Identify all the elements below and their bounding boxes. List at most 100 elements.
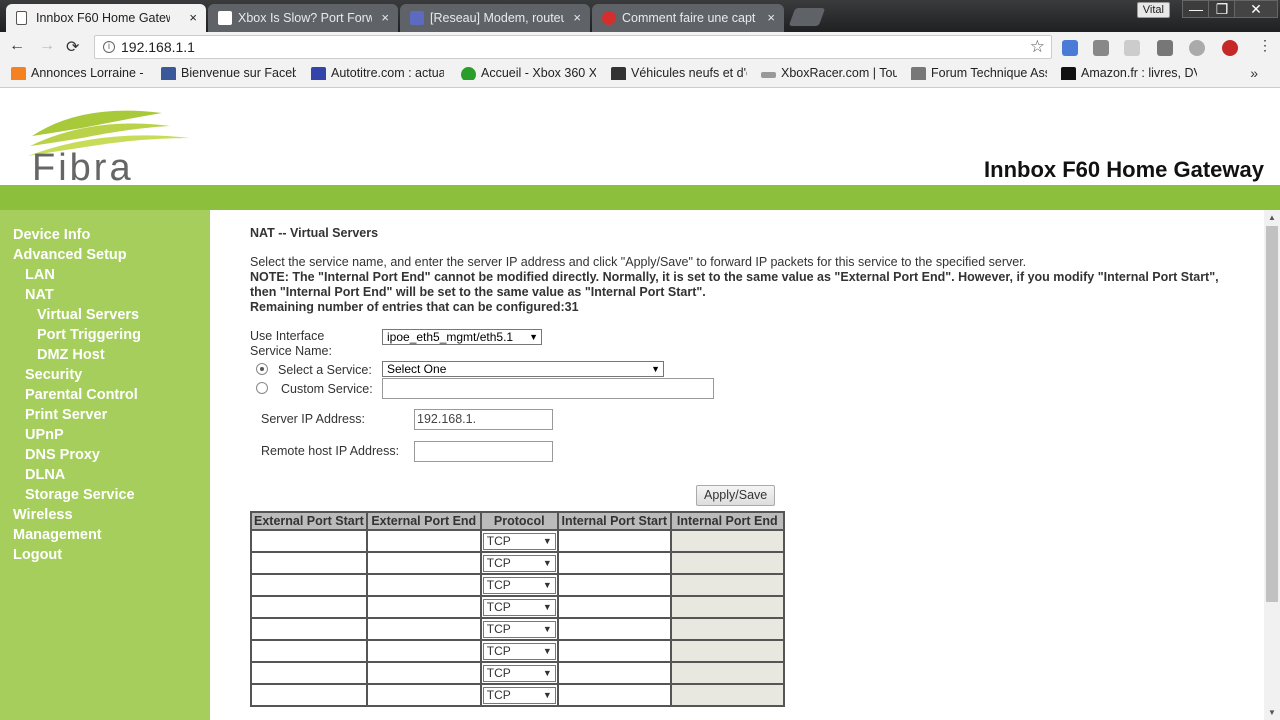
translate-extension-icon[interactable] bbox=[1062, 40, 1078, 56]
custom-service-radio[interactable] bbox=[256, 382, 268, 394]
external-port-start-input[interactable] bbox=[250, 551, 368, 575]
server-ip-input[interactable]: 192.168.1. bbox=[414, 409, 553, 430]
ublock-extension-icon[interactable] bbox=[1222, 40, 1238, 56]
tab-xbox-slow[interactable]: Xbox Is Slow? Port Forwa × bbox=[208, 4, 398, 32]
external-port-end-input[interactable] bbox=[365, 529, 482, 553]
minimize-button[interactable]: — bbox=[1182, 0, 1210, 18]
sidebar-item-dlna[interactable]: DLNA bbox=[0, 465, 210, 485]
bookmark-item[interactable]: Amazon.fr : livres, DVI bbox=[1061, 66, 1197, 80]
protocol-select[interactable]: TCP ▼ bbox=[482, 621, 556, 638]
external-port-end-input[interactable] bbox=[365, 617, 482, 641]
more-bookmarks-button[interactable]: » bbox=[1250, 65, 1258, 81]
close-tab-icon[interactable]: × bbox=[381, 10, 389, 25]
apply-save-button[interactable]: Apply/Save bbox=[696, 485, 776, 506]
back-arrow-icon[interactable]: ← bbox=[9, 37, 25, 55]
maximize-button[interactable]: ❐ bbox=[1208, 0, 1236, 18]
protocol-select[interactable]: TCP ▼ bbox=[482, 599, 556, 616]
scroll-down-arrow-icon[interactable]: ▼ bbox=[1268, 708, 1276, 717]
remote-host-input[interactable] bbox=[414, 441, 553, 462]
main-content: NAT -- Virtual Servers Select the servic… bbox=[210, 210, 1264, 720]
user-profile-button[interactable]: Vital bbox=[1136, 2, 1170, 18]
internal-port-start-input[interactable] bbox=[556, 551, 672, 575]
select-service-radio[interactable] bbox=[256, 363, 268, 375]
external-port-start-input[interactable] bbox=[250, 661, 368, 685]
internal-port-start-input[interactable] bbox=[556, 617, 672, 641]
tab-innbox[interactable]: Innbox F60 Home Gatew × bbox=[6, 4, 206, 32]
internal-port-start-input[interactable] bbox=[556, 683, 672, 707]
scroll-up-arrow-icon[interactable]: ▲ bbox=[1268, 213, 1276, 222]
chrome-menu-icon[interactable]: ⋮ bbox=[1258, 37, 1272, 54]
external-port-end-input[interactable] bbox=[365, 661, 482, 685]
url-bar[interactable]: i 192.168.1.1 ☆ bbox=[94, 35, 1052, 59]
page-description: Select the service name, and enter the s… bbox=[250, 255, 1220, 315]
sidebar-item-wireless[interactable]: Wireless bbox=[0, 505, 210, 525]
close-tab-icon[interactable]: × bbox=[573, 10, 581, 25]
sidebar-item-storage-service[interactable]: Storage Service bbox=[0, 485, 210, 505]
sidebar-item-lan[interactable]: LAN bbox=[0, 265, 210, 285]
custom-service-input[interactable] bbox=[382, 378, 714, 399]
protocol-select[interactable]: TCP ▼ bbox=[482, 643, 556, 660]
protocol-select[interactable]: TCP ▼ bbox=[482, 687, 556, 704]
sidebar-item-virtual-servers[interactable]: Virtual Servers bbox=[0, 305, 210, 325]
bookmark-item[interactable]: Accueil - Xbox 360 Xb bbox=[461, 66, 596, 80]
tab-reseau[interactable]: [Reseau] Modem, routeu × bbox=[400, 4, 590, 32]
info-icon[interactable]: i bbox=[103, 41, 115, 53]
use-interface-select[interactable]: ipoe_eth5_mgmt/eth5.1 ▼ bbox=[382, 329, 542, 345]
sidebar-item-parental-control[interactable]: Parental Control bbox=[0, 385, 210, 405]
bookmark-item[interactable]: Bienvenue sur Facebo bbox=[161, 66, 296, 80]
sidebar-item-device-info[interactable]: Device Info bbox=[0, 225, 210, 245]
external-port-start-input[interactable] bbox=[250, 573, 368, 597]
forward-arrow-icon[interactable]: → bbox=[39, 37, 55, 55]
protocol-select[interactable]: TCP ▼ bbox=[482, 555, 556, 572]
close-tab-icon[interactable]: × bbox=[767, 10, 775, 25]
external-port-start-input[interactable] bbox=[250, 595, 368, 619]
bookmark-item[interactable]: Annonces Lorraine - L bbox=[11, 66, 146, 80]
tab-comment-capture[interactable]: Comment faire une captu × bbox=[592, 4, 784, 32]
external-port-start-input[interactable] bbox=[250, 683, 368, 707]
external-port-end-input[interactable] bbox=[365, 551, 482, 575]
bookmark-item[interactable]: Autotitre.com : actual bbox=[311, 66, 444, 80]
external-port-end-input[interactable] bbox=[365, 573, 482, 597]
external-port-end-input[interactable] bbox=[365, 595, 482, 619]
sidebar-item-print-server[interactable]: Print Server bbox=[0, 405, 210, 425]
internal-port-start-input[interactable] bbox=[556, 639, 672, 663]
sidebar-item-nat[interactable]: NAT bbox=[0, 285, 210, 305]
close-tab-icon[interactable]: × bbox=[189, 10, 197, 25]
protocol-select[interactable]: TCP ▼ bbox=[482, 577, 556, 594]
sidebar-item-upnp[interactable]: UPnP bbox=[0, 425, 210, 445]
sidebar-item-security[interactable]: Security bbox=[0, 365, 210, 385]
internal-port-start-input[interactable] bbox=[556, 661, 672, 685]
stylus-extension-icon[interactable] bbox=[1157, 40, 1173, 56]
reload-icon[interactable]: ⟳ bbox=[66, 37, 79, 57]
external-port-start-input[interactable] bbox=[250, 617, 368, 641]
close-window-button[interactable]: ✕ bbox=[1234, 0, 1278, 18]
scrollbar-thumb[interactable] bbox=[1266, 226, 1278, 602]
select-service-dropdown[interactable]: Select One ▼ bbox=[382, 361, 664, 377]
fonts-extension-icon[interactable] bbox=[1124, 40, 1140, 56]
globe-extension-icon[interactable] bbox=[1189, 40, 1205, 56]
bookmark-label: Bienvenue sur Facebo bbox=[181, 66, 296, 80]
external-port-start-input[interactable] bbox=[250, 639, 368, 663]
column-header: Internal Port Start bbox=[556, 511, 672, 531]
vertical-scrollbar[interactable]: ▲ ▼ bbox=[1264, 210, 1280, 720]
internal-port-start-input[interactable] bbox=[556, 573, 672, 597]
external-port-end-input[interactable] bbox=[365, 639, 482, 663]
protocol-select[interactable]: TCP ▼ bbox=[482, 665, 556, 682]
internal-port-start-input[interactable] bbox=[556, 595, 672, 619]
table-row: TCP ▼ bbox=[250, 683, 785, 707]
external-port-end-input[interactable] bbox=[365, 683, 482, 707]
internal-port-start-input[interactable] bbox=[556, 529, 672, 553]
sidebar-item-logout[interactable]: Logout bbox=[0, 545, 210, 565]
sidebar-item-management[interactable]: Management bbox=[0, 525, 210, 545]
sidebar-item-port-triggering[interactable]: Port Triggering bbox=[0, 325, 210, 345]
protocol-select[interactable]: TCP ▼ bbox=[482, 533, 556, 550]
sidebar-item-dmz-host[interactable]: DMZ Host bbox=[0, 345, 210, 365]
external-port-start-input[interactable] bbox=[250, 529, 368, 553]
bookmark-item[interactable]: XboxRacer.com | Tous bbox=[761, 66, 897, 80]
bookmark-item[interactable]: Véhicules neufs et d'o bbox=[611, 66, 747, 80]
sidebar-item-advanced-setup[interactable]: Advanced Setup bbox=[0, 245, 210, 265]
extension-icon[interactable] bbox=[1093, 40, 1109, 56]
sidebar-item-dns-proxy[interactable]: DNS Proxy bbox=[0, 445, 210, 465]
bookmark-item[interactable]: Forum Technique Asso bbox=[911, 66, 1047, 80]
bookmark-star-icon[interactable]: ☆ bbox=[1030, 37, 1045, 57]
